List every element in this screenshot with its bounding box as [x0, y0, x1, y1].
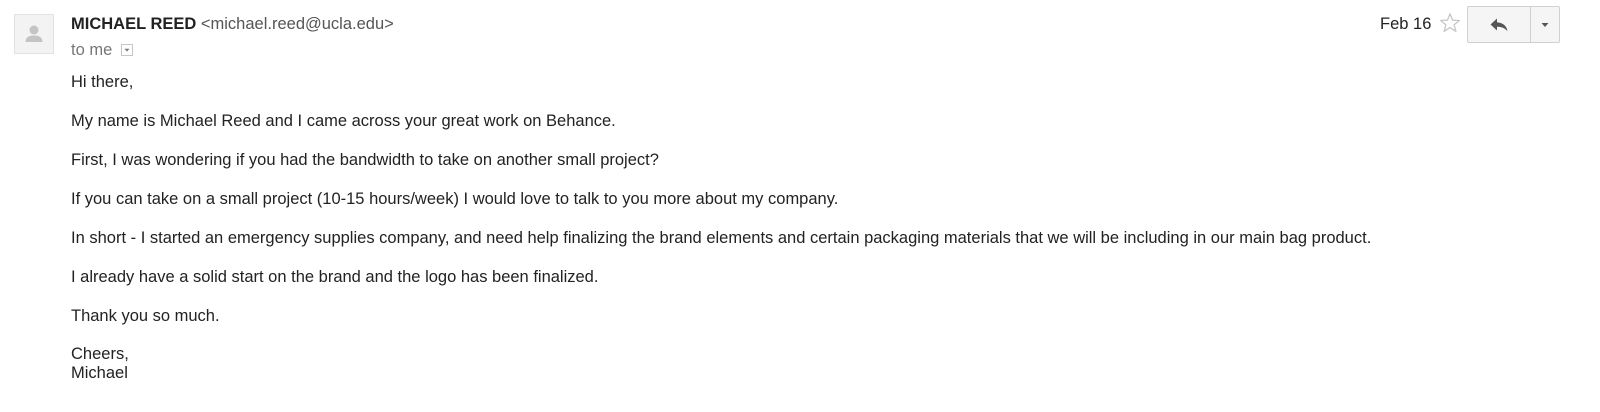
person-icon: [25, 25, 43, 42]
message-body: Hi there, My name is Michael Reed and I …: [71, 72, 1451, 383]
sender-email: <michael.reed@ucla.edu>: [200, 15, 394, 33]
message-date: Feb 16: [1380, 15, 1432, 33]
more-options-button[interactable]: [1531, 7, 1559, 42]
reply-button[interactable]: [1468, 7, 1531, 42]
body-paragraph: In short - I started an emergency suppli…: [71, 229, 1372, 247]
body-paragraph: Hi there,: [71, 73, 134, 91]
recipient-line: to me: [71, 40, 133, 60]
star-icon[interactable]: [1439, 12, 1461, 34]
sender-name[interactable]: MICHAEL REED: [71, 15, 196, 33]
recipient-text: to me: [71, 41, 113, 59]
closing-line: Cheers,: [71, 345, 129, 363]
sender-line: MICHAEL REED <michael.reed@ucla.edu>: [71, 14, 394, 34]
body-paragraph: My name is Michael Reed and I came acros…: [71, 112, 616, 130]
body-paragraph: Thank you so much.: [71, 307, 220, 325]
body-paragraph: I already have a solid start on the bran…: [71, 268, 599, 286]
caret-down-icon: [1541, 22, 1549, 27]
body-paragraph: If you can take on a small project (10-1…: [71, 190, 839, 208]
reply-button-group: [1467, 6, 1560, 43]
avatar: [14, 14, 54, 54]
details-dropdown-icon[interactable]: [120, 43, 133, 56]
body-paragraph: First, I was wondering if you had the ba…: [71, 151, 659, 169]
reply-arrow-icon: [1490, 18, 1508, 31]
signature-line: Michael: [71, 364, 128, 382]
